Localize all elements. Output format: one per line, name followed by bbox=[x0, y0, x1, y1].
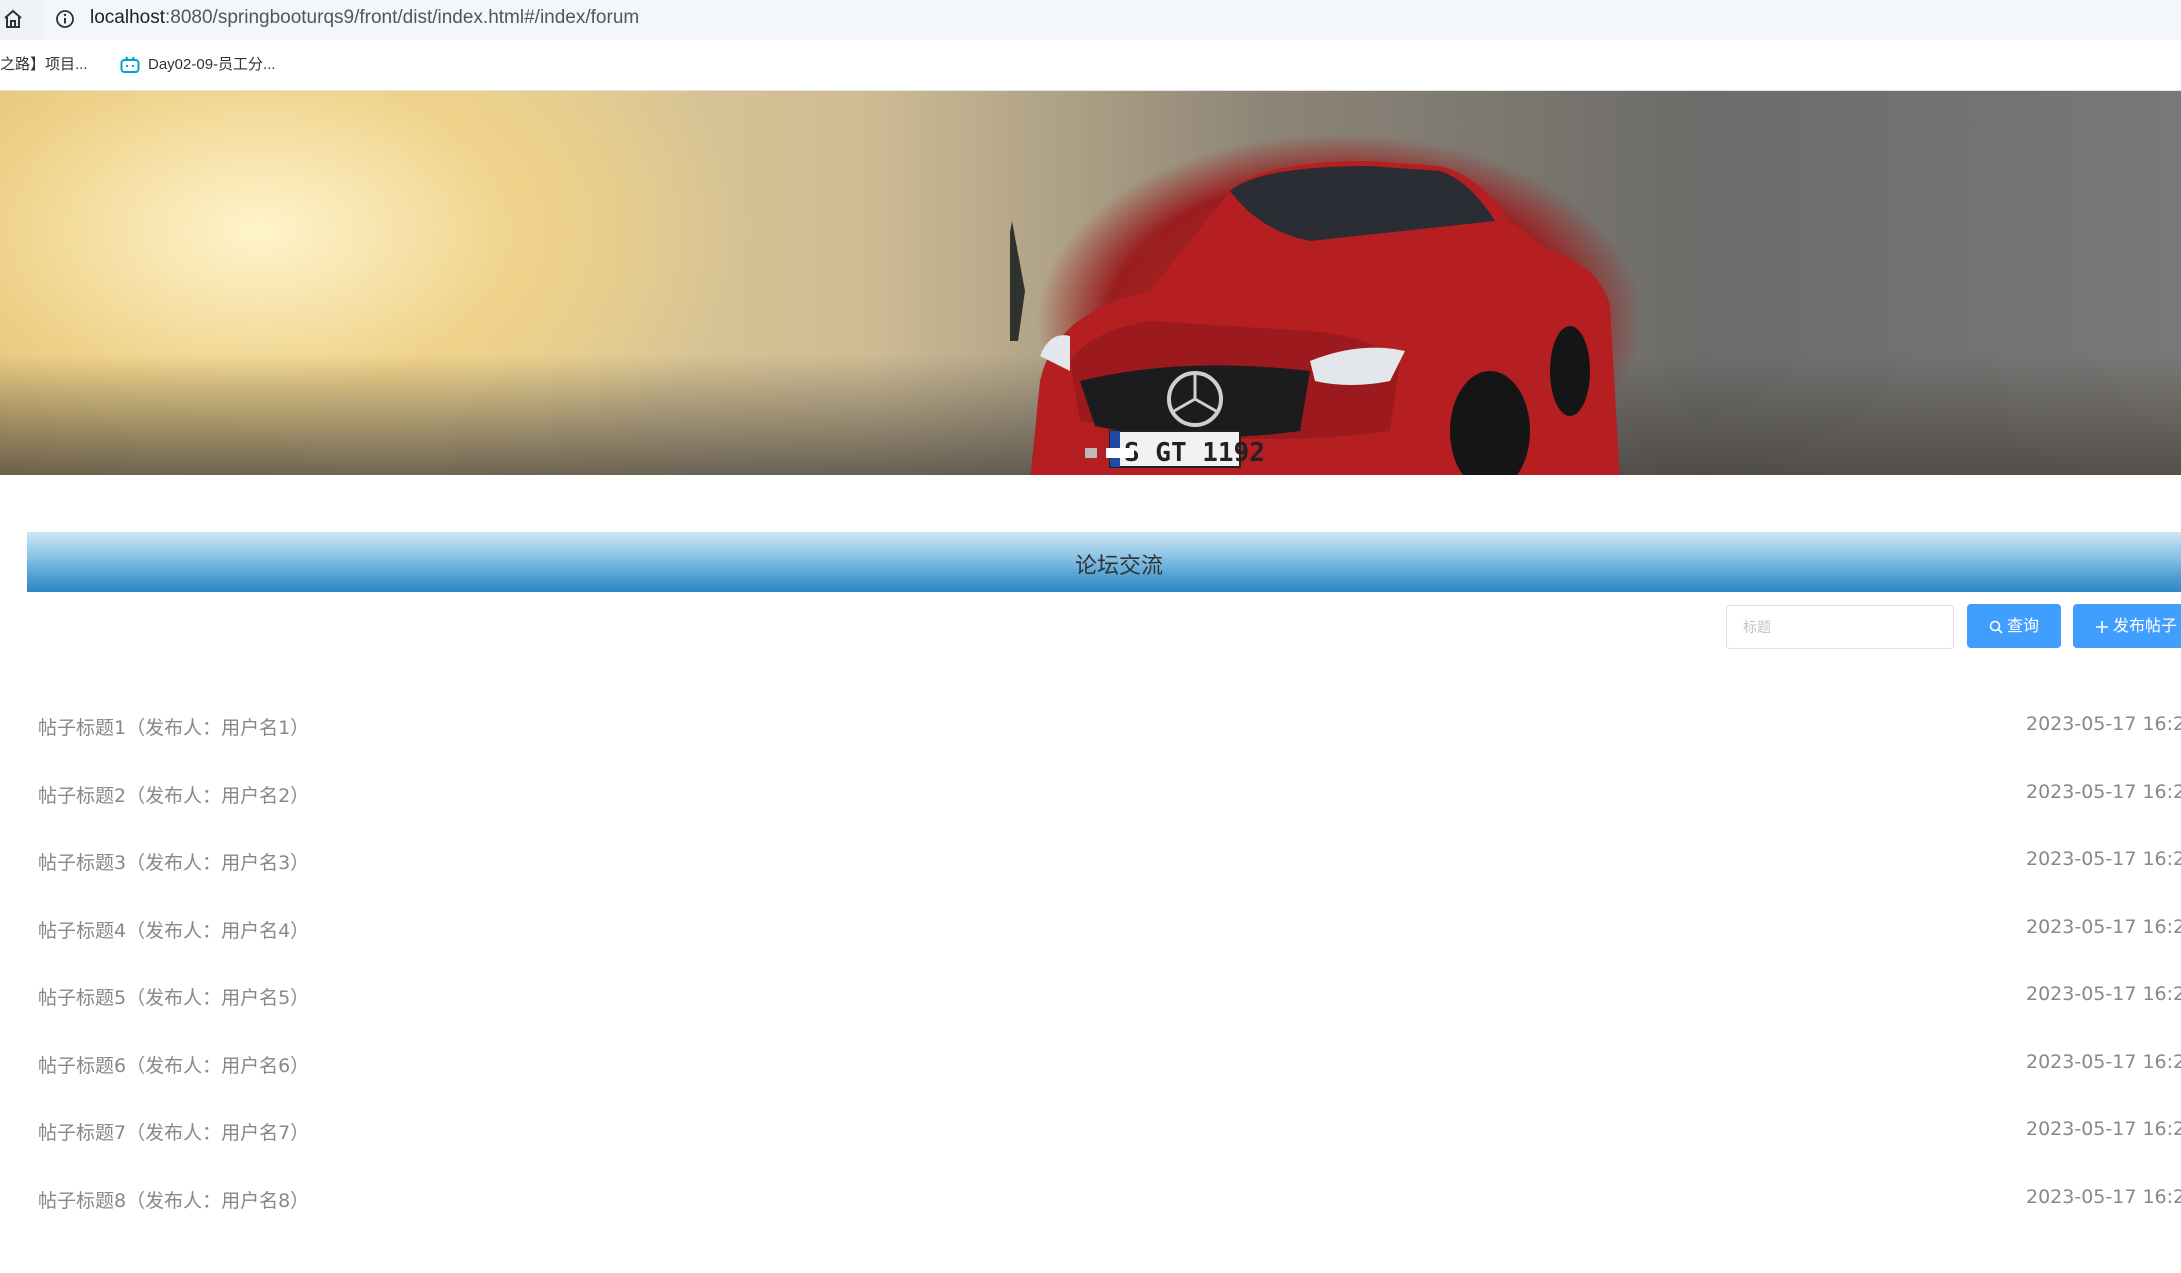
search-icon bbox=[1989, 620, 2003, 634]
query-button[interactable]: 查询 bbox=[1967, 604, 2061, 648]
add-post-label: 发布帖子 bbox=[2113, 616, 2178, 635]
bookmark-item[interactable]: Day02-09-员工分... bbox=[120, 53, 276, 74]
post-date: 2023-05-17 16:29: bbox=[2026, 916, 2181, 938]
list-item[interactable]: 帖子标题2（发布人：用户名2） 2023-05-17 16:29: bbox=[38, 773, 2181, 813]
post-title[interactable]: 帖子标题7（发布人：用户名7） bbox=[38, 1118, 309, 1145]
plus-icon bbox=[2096, 620, 2108, 633]
post-title[interactable]: 帖子标题2（发布人：用户名2） bbox=[38, 781, 309, 808]
post-date: 2023-05-17 16:29: bbox=[2026, 781, 2181, 803]
add-post-button[interactable]: 发布帖子 bbox=[2073, 604, 2181, 648]
bookmark-item[interactable]: 之路】项目... bbox=[0, 53, 88, 74]
post-date: 2023-05-17 16:29: bbox=[2026, 1186, 2181, 1208]
list-item[interactable]: 帖子标题5（发布人：用户名5） 2023-05-17 16:29: bbox=[38, 975, 2181, 1015]
post-date: 2023-05-17 16:29: bbox=[2026, 848, 2181, 870]
query-label: 查询 bbox=[2006, 616, 2039, 635]
post-title[interactable]: 帖子标题4（发布人：用户名4） bbox=[38, 916, 309, 943]
post-title[interactable]: 帖子标题1（发布人：用户名1） bbox=[38, 713, 309, 740]
carousel-indicator[interactable] bbox=[1085, 448, 1097, 458]
bookmarks-bar: 之路】项目... Day02-09-员工分... bbox=[0, 40, 2181, 91]
list-item[interactable]: 帖子标题7（发布人：用户名7） 2023-05-17 16:29: bbox=[38, 1110, 2181, 1150]
post-title[interactable]: 帖子标题3（发布人：用户名3） bbox=[38, 848, 309, 875]
browser-address-bar: localhost:8080/springbooturqs9/front/dis… bbox=[0, 0, 2181, 40]
banner-carousel[interactable]: S GT 1192 bbox=[0, 91, 2181, 475]
site-info-icon[interactable] bbox=[54, 8, 76, 30]
carousel-indicator-active[interactable] bbox=[1106, 448, 1134, 458]
home-icon[interactable] bbox=[2, 8, 24, 30]
post-title[interactable]: 帖子标题5（发布人：用户名5） bbox=[38, 983, 309, 1010]
url-text[interactable]: localhost:8080/springbooturqs9/front/dis… bbox=[90, 7, 639, 29]
post-date: 2023-05-17 16:29: bbox=[2026, 1051, 2181, 1073]
list-item[interactable]: 帖子标题1（发布人：用户名1） 2023-05-17 16:29: bbox=[38, 705, 2181, 745]
forum-title-bar: 论坛交流 bbox=[27, 532, 2181, 592]
car-image: S GT 1192 bbox=[1010, 161, 1620, 475]
page-title: 论坛交流 bbox=[1075, 554, 1164, 579]
search-input[interactable] bbox=[1726, 605, 1954, 649]
post-title[interactable]: 帖子标题8（发布人：用户名8） bbox=[38, 1186, 309, 1213]
post-date: 2023-05-17 16:29: bbox=[2026, 983, 2181, 1005]
post-date: 2023-05-17 16:29: bbox=[2026, 713, 2181, 735]
list-item[interactable]: 帖子标题3（发布人：用户名3） 2023-05-17 16:29: bbox=[38, 840, 2181, 880]
list-item[interactable]: 帖子标题8（发布人：用户名8） 2023-05-17 16:29: bbox=[38, 1178, 2181, 1218]
bilibili-icon bbox=[120, 56, 140, 74]
post-title[interactable]: 帖子标题6（发布人：用户名6） bbox=[38, 1051, 309, 1078]
bookmark-label: Day02-09-员工分... bbox=[148, 56, 276, 73]
post-date: 2023-05-17 16:29: bbox=[2026, 1118, 2181, 1140]
license-plate: S GT 1192 bbox=[1124, 438, 1265, 468]
list-item[interactable]: 帖子标题6（发布人：用户名6） 2023-05-17 16:29: bbox=[38, 1043, 2181, 1083]
list-item[interactable]: 帖子标题4（发布人：用户名4） 2023-05-17 16:29: bbox=[38, 908, 2181, 948]
